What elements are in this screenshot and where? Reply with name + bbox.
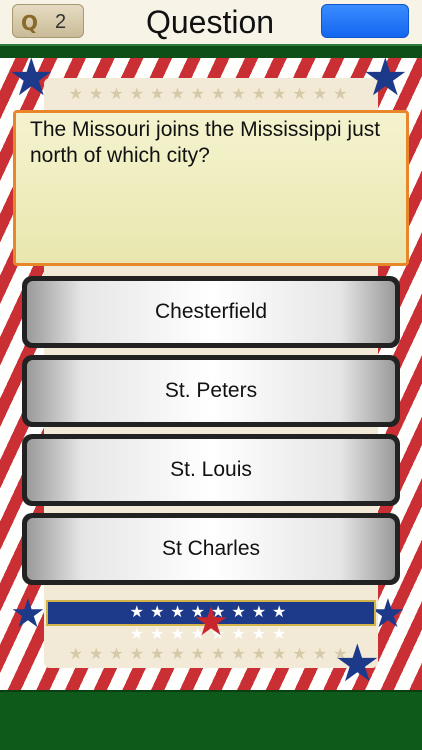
answer-button[interactable]: St. Louis [22, 434, 400, 506]
answer-button[interactable]: St Charles [22, 513, 400, 585]
header-divider [0, 44, 422, 58]
question-number: 2 [55, 11, 67, 33]
page-title: Question [145, 4, 275, 40]
top-bar: Q 2 Question [0, 0, 422, 44]
red-star-icon: ★ [193, 600, 229, 644]
question-text: The Missouri joins the Mississippi just … [30, 118, 381, 167]
blue-action-button[interactable] [321, 4, 409, 38]
corner-star-icon: ★ [10, 592, 46, 636]
answer-button[interactable]: Chesterfield [22, 276, 400, 348]
corner-star-icon: ★ [362, 58, 409, 107]
corner-star-icon: ★ [8, 58, 55, 107]
decorative-stars-row-bottom: ★★★★★★★★★★★★★★ [68, 646, 354, 663]
question-panel: The Missouri joins the Mississippi just … [13, 110, 409, 266]
bottom-bar [0, 690, 422, 750]
answer-label: Chesterfield [27, 281, 395, 343]
answer-label: St. Peters [27, 360, 395, 422]
question-counter-badge: Q 2 [12, 4, 84, 38]
q-icon: Q [21, 11, 39, 35]
answer-label: St Charles [27, 518, 395, 580]
answer-label: St. Louis [27, 439, 395, 501]
answer-button[interactable]: St. Peters [22, 355, 400, 427]
decorative-stars-row: ★★★★★★★★★★★★★★ [68, 86, 354, 103]
corner-star-icon: ★ [334, 635, 381, 690]
